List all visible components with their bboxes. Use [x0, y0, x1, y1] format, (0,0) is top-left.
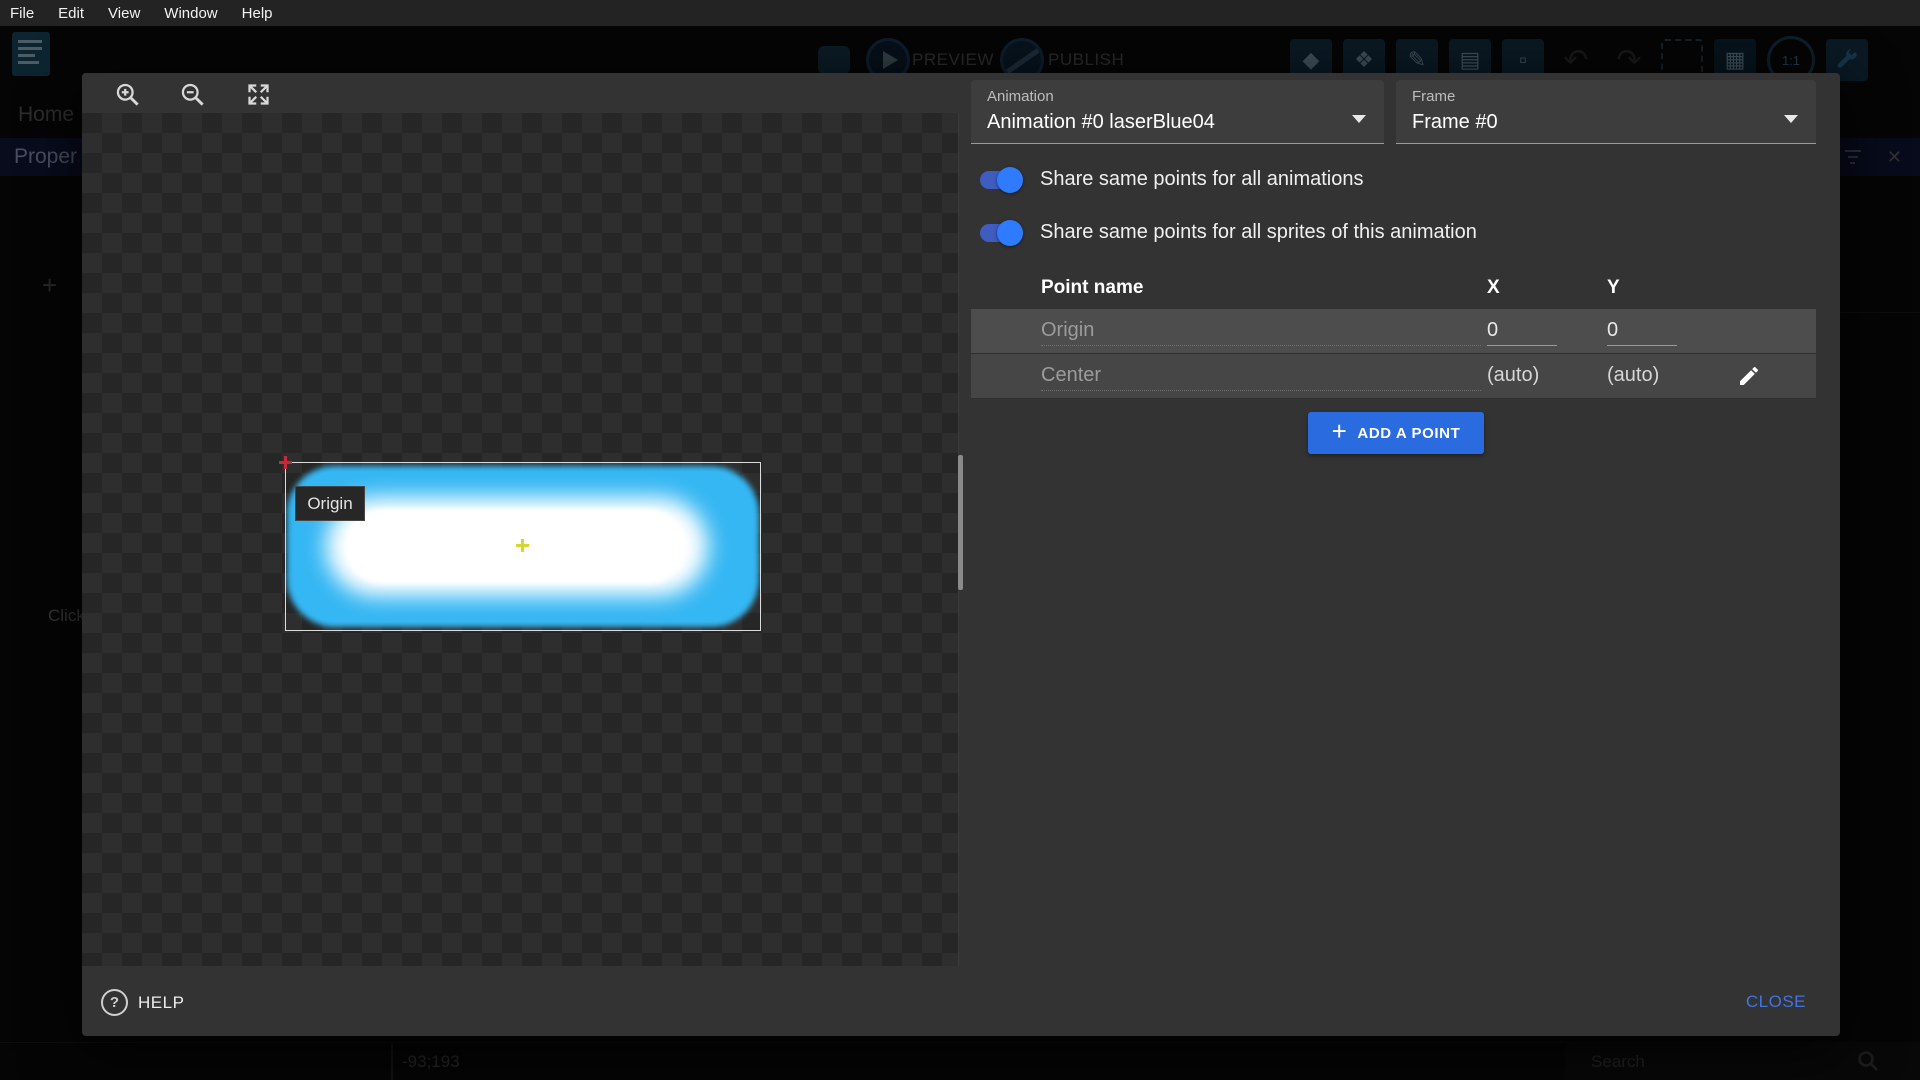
table-row-center[interactable]: Center (auto) (auto)	[971, 354, 1816, 399]
screen: PREVIEW PUBLISH ◆ ❖ ✎ ▤ ▫ ↶ ↷ ▦ 1:1 Home…	[0, 0, 1920, 1080]
zoom-in-icon[interactable]	[113, 80, 141, 108]
preview-toolbar	[82, 73, 958, 113]
animation-select[interactable]: Animation Animation #0 laserBlue04	[971, 80, 1384, 144]
center-point-marker[interactable]	[516, 539, 529, 552]
frame-select-label: Frame	[1412, 88, 1455, 105]
menu-file[interactable]: File	[0, 0, 46, 26]
menu-help[interactable]: Help	[230, 0, 285, 26]
point-y-field: (auto)	[1607, 360, 1677, 391]
point-name-field[interactable]: Origin	[1041, 315, 1481, 346]
origin-point-marker[interactable]	[279, 456, 292, 469]
menu-window[interactable]: Window	[152, 0, 229, 26]
menu-bar: File Edit View Window Help	[0, 0, 1920, 26]
menu-edit[interactable]: Edit	[46, 0, 96, 26]
sprite-preview-canvas[interactable]: Origin	[82, 113, 959, 966]
point-x-field[interactable]: 0	[1487, 315, 1557, 346]
toggle-knob	[997, 220, 1023, 246]
toggle-knob	[997, 167, 1023, 193]
add-a-point-button[interactable]: + ADD A POINT	[1308, 412, 1484, 454]
toggle-share-points-all-sprites-label: Share same points for all sprites of thi…	[1040, 221, 1477, 244]
frame-select[interactable]: Frame Frame #0	[1396, 80, 1816, 144]
chevron-down-icon	[1352, 115, 1366, 123]
animation-select-label: Animation	[987, 88, 1054, 105]
points-editor-dialog: Origin Animation Animation #0 laserBlue0…	[82, 73, 1840, 1036]
preview-scrollbar-thumb[interactable]	[958, 455, 963, 590]
frame-select-value: Frame #0	[1412, 111, 1498, 134]
x-header: X	[1487, 269, 1500, 307]
table-row-origin[interactable]: Origin 0 0	[971, 309, 1816, 354]
fit-to-view-icon[interactable]	[244, 80, 272, 108]
plus-icon: +	[1332, 416, 1348, 447]
toggle-share-points-all-animations-label: Share same points for all animations	[1040, 168, 1364, 191]
y-header: Y	[1607, 269, 1620, 307]
menu-view[interactable]: View	[96, 0, 152, 26]
animation-select-value: Animation #0 laserBlue04	[987, 111, 1215, 134]
zoom-out-icon[interactable]	[178, 80, 206, 108]
origin-tooltip: Origin	[295, 486, 365, 521]
help-question-icon: ?	[101, 989, 128, 1016]
chevron-down-icon	[1784, 115, 1798, 123]
edit-pencil-icon[interactable]	[1737, 364, 1761, 388]
toggle-share-points-all-sprites[interactable]	[980, 224, 1021, 242]
point-name-header: Point name	[1041, 269, 1143, 307]
point-y-field[interactable]: 0	[1607, 315, 1677, 346]
point-x-field: (auto)	[1487, 360, 1557, 391]
close-button[interactable]: CLOSE	[1740, 991, 1812, 1013]
help-button[interactable]: ? HELP	[101, 989, 184, 1016]
point-name-field[interactable]: Center	[1041, 360, 1481, 391]
toggle-share-points-all-animations[interactable]	[980, 171, 1021, 189]
points-table-header: Point name X Y	[971, 269, 1816, 307]
